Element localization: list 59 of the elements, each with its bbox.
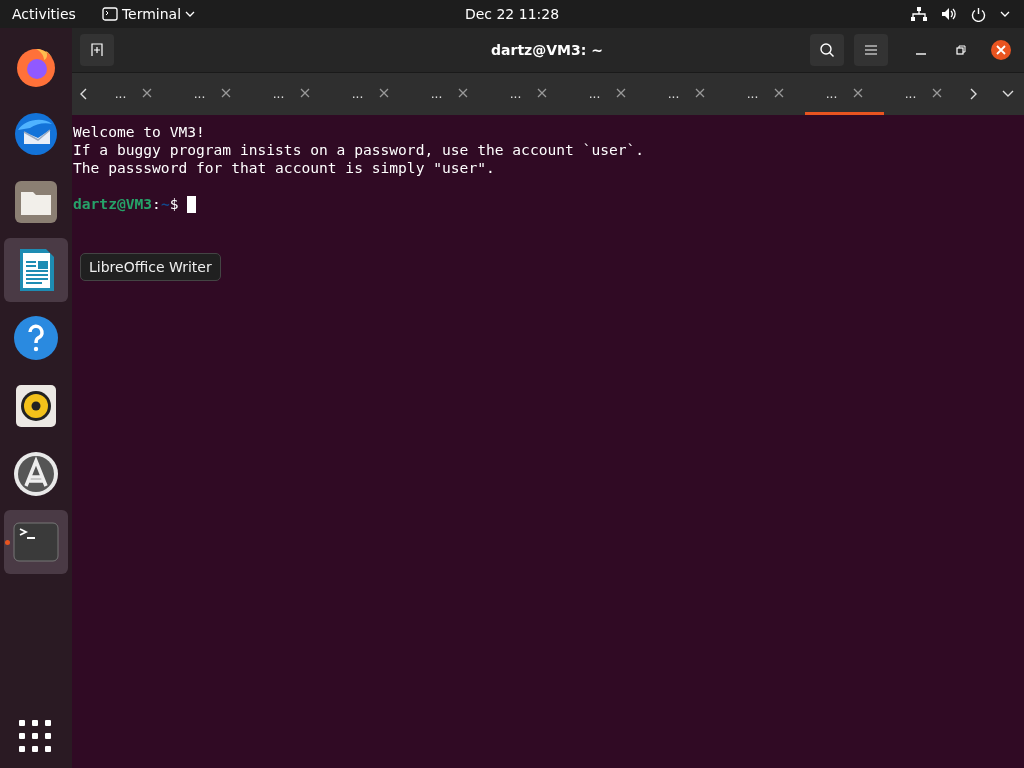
restore-icon	[956, 45, 966, 55]
search-icon	[819, 42, 835, 58]
tab[interactable]: ...	[647, 73, 726, 115]
close-icon[interactable]	[379, 87, 390, 98]
tab[interactable]: ...	[568, 73, 647, 115]
tab[interactable]: ...	[173, 73, 252, 115]
new-tab-icon	[89, 43, 105, 57]
terminal-icon	[101, 7, 118, 21]
tab[interactable]: ...	[884, 73, 963, 115]
close-icon[interactable]	[774, 87, 785, 98]
network-icon[interactable]	[911, 6, 927, 22]
close-icon[interactable]	[932, 87, 943, 98]
close-icon[interactable]	[300, 87, 311, 98]
clock[interactable]: Dec 22 11:28	[464, 6, 560, 22]
software-icon	[12, 450, 60, 498]
terminal-line: If a buggy program insists on a password, use the account `user`.	[73, 141, 646, 159]
chevron-down-icon	[1002, 90, 1014, 98]
menu-icon	[864, 44, 878, 56]
tab[interactable]: ...	[94, 73, 173, 115]
prompt-user-host: dartz@VM3	[73, 195, 153, 213]
close-icon[interactable]	[695, 87, 706, 98]
search-button[interactable]	[810, 34, 844, 66]
app-grid-icon[interactable]	[19, 720, 53, 754]
tooltip: LibreOffice Writer	[80, 253, 221, 281]
close-icon[interactable]	[853, 87, 864, 98]
close-icon[interactable]	[616, 87, 627, 98]
activities-button[interactable]: Activities	[0, 6, 88, 22]
close-icon[interactable]	[458, 87, 469, 98]
prompt-path: ~	[160, 195, 170, 213]
close-icon[interactable]	[142, 87, 153, 98]
prompt-symbol: $	[169, 195, 179, 213]
volume-icon[interactable]	[941, 7, 957, 21]
tab[interactable]: ...	[489, 73, 568, 115]
menu-button[interactable]	[854, 34, 888, 66]
window-title: dartz@VM3: ~	[490, 42, 604, 58]
new-tab-button[interactable]	[80, 34, 114, 66]
terminal-line: The passsword for that account is simply "user".	[73, 159, 496, 177]
caret-icon	[185, 11, 196, 17]
tab[interactable]: ...	[252, 73, 331, 115]
chevron-right-icon	[970, 88, 978, 100]
help-icon	[12, 314, 60, 362]
close-icon[interactable]	[221, 87, 232, 98]
chevron-left-icon	[79, 88, 87, 100]
cursor	[187, 195, 197, 213]
prompt-separator: :	[152, 195, 161, 213]
tab[interactable]: ...	[805, 73, 884, 115]
terminal-line: Welcome to VM3!	[73, 123, 206, 141]
close-icon	[990, 39, 1012, 61]
tab[interactable]: ...	[331, 73, 410, 115]
power-icon[interactable]	[971, 6, 986, 22]
minimize-icon	[916, 53, 926, 55]
dock-item[interactable]	[4, 238, 68, 302]
folder-icon	[12, 178, 60, 226]
app-menu[interactable]: Terminal	[121, 6, 182, 22]
close-icon[interactable]	[537, 87, 548, 98]
caret-icon[interactable]	[1000, 11, 1010, 17]
tab[interactable]: ...	[726, 73, 805, 115]
thunderbird-icon	[12, 110, 60, 158]
tab[interactable]: ...	[410, 73, 489, 115]
